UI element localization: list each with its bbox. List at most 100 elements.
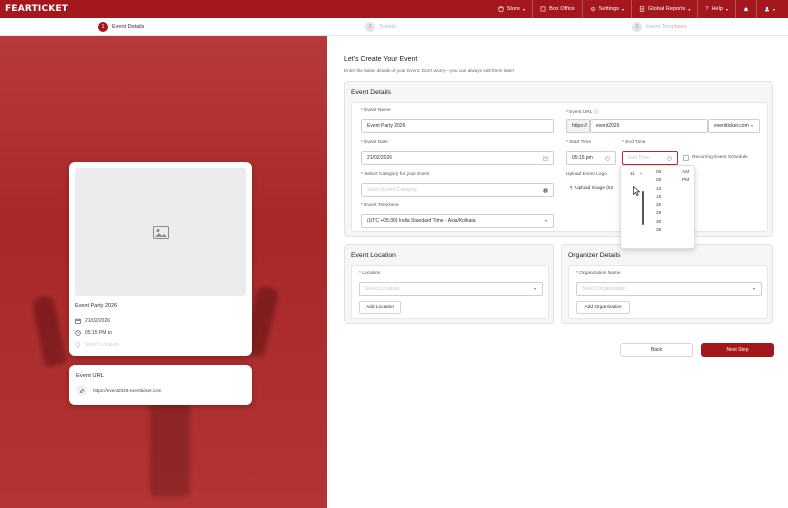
step-label: Event Templates (646, 24, 687, 30)
add-location-button[interactable]: Add Location (359, 301, 401, 314)
timezone-select[interactable]: (UTC +05:30) India Standard Time - Asia/… (361, 214, 554, 228)
event-name-label-text: Event Name (364, 108, 391, 113)
store-icon (497, 6, 504, 12)
preview-event-name: Event Party 2026 (75, 303, 118, 309)
pm-option[interactable]: PM (682, 177, 689, 185)
nav-box-office-label: Box Office (549, 6, 575, 12)
step-event-templates[interactable]: 3 Event Templates (632, 22, 687, 32)
url-card-url[interactable]: https://event2026.eventticket.com (93, 388, 161, 393)
minute-option[interactable]: 05 (656, 177, 661, 185)
chevron-down-icon: ▾ (523, 6, 526, 12)
event-date-input[interactable]: 21/02/2026 (361, 151, 554, 165)
clock-icon (605, 156, 610, 161)
end-time-label: * End Time (622, 140, 646, 145)
upload-icon: ⤒ (570, 186, 573, 192)
minute-option[interactable]: 10 (656, 186, 661, 194)
nav-global-reports-label: Global Reports (648, 6, 686, 12)
chevron-down-icon: ▾ (621, 6, 624, 12)
nav-box-office[interactable]: Box Office (532, 0, 582, 18)
event-date-value: 21/02/2026 (367, 155, 393, 161)
location-label-text: Location (362, 271, 381, 276)
link-icon (79, 388, 84, 393)
time-picker-hour[interactable]: 11 (630, 172, 635, 177)
step-number: 3 (632, 22, 642, 32)
recurring-checkbox[interactable] (683, 155, 689, 161)
category-label-text: Select Category for your Event (364, 172, 430, 177)
next-step-button[interactable]: Next Step (701, 343, 774, 357)
nav-store[interactable]: Store ▾ (491, 0, 532, 18)
event-details-title: Event Details (351, 89, 392, 96)
event-preview-card: Event Party 2026 21/02/2026 05:15 PM to … (69, 162, 252, 356)
preview-date-text: 21/02/2026 (85, 318, 111, 324)
url-card-title: Event URL (76, 373, 105, 379)
minute-option[interactable]: 30 (656, 219, 661, 227)
start-time-label: * Start Time (566, 140, 592, 145)
url-domain-value: eventticket.com (714, 123, 749, 129)
add-organization-button[interactable]: Add Organization (576, 301, 630, 314)
minute-option[interactable]: 35 (656, 227, 661, 235)
nav-help-label: Help (711, 6, 723, 12)
recurring-label[interactable]: Recurring Event Schedule (692, 155, 748, 160)
minute-option[interactable]: 00 (656, 169, 661, 177)
info-icon: ⓘ (593, 110, 599, 115)
upload-image-button[interactable]: ⤒ Upload Image (52 (566, 182, 626, 195)
info-icon (543, 188, 548, 193)
app-logo[interactable]: FEARTICKET (5, 4, 68, 14)
top-navbar: FEARTICKET Store ▾ Box Office Settings ▾… (0, 0, 788, 18)
nav-notifications[interactable] (734, 0, 756, 18)
clock-icon (75, 330, 81, 336)
nav-store-label: Store (506, 6, 521, 12)
nav-help[interactable]: ? Help ▾ (697, 0, 735, 18)
upload-image-label: Upload Image (52 (575, 186, 614, 191)
nav-user[interactable]: ▾ (755, 0, 782, 18)
location-label: * Location (359, 271, 381, 276)
timezone-value: (UTC +05:30) India Standard Time - Asia/… (367, 218, 476, 224)
user-icon (764, 6, 770, 12)
category-select[interactable]: Select Event Category (361, 183, 554, 197)
event-details-panel: Event Details * Event Name Event Party 2… (344, 81, 773, 237)
background-hand-left (30, 294, 68, 368)
nav-global-reports[interactable]: Global Reports ▾ (631, 0, 697, 18)
minute-option[interactable]: 25 (656, 210, 661, 218)
start-time-label-text: Start Time (569, 140, 592, 145)
clock-icon (667, 156, 672, 161)
back-button[interactable]: Back (620, 343, 693, 357)
nav-settings-label: Settings (598, 6, 619, 12)
url-slug-input[interactable]: event2026 (590, 119, 708, 133)
event-location-title: Event Location (351, 252, 396, 259)
url-card-row: https://event2026.eventticket.com (76, 385, 161, 396)
am-option[interactable]: AM (682, 169, 689, 177)
chevron-up-icon: ˄ (640, 171, 643, 176)
gear-icon (590, 6, 595, 12)
location-select[interactable]: Select Location ▾ (359, 282, 543, 296)
chevron-down-icon: ▾ (688, 6, 691, 12)
time-picker-scrollbar[interactable] (642, 191, 644, 225)
event-url-card: Event URL https://event2026.eventticket.… (69, 365, 252, 405)
time-picker-minutes: 00 05 10 15 20 25 30 35 (656, 169, 661, 235)
minute-option[interactable]: 20 (656, 202, 661, 210)
event-url-label-text: Event URL (569, 110, 593, 115)
chevron-down-icon: ▾ (772, 6, 775, 12)
minute-option[interactable]: 15 (656, 194, 661, 202)
step-event-details[interactable]: 1 Event Details (98, 22, 144, 32)
url-prefix: https:// (566, 119, 590, 133)
start-time-input[interactable]: 05:15 pm (566, 151, 616, 165)
chevron-down-icon: ▾ (725, 6, 728, 12)
organization-select[interactable]: Select Organization ▾ (576, 282, 762, 296)
preview-location-text: Select Location (85, 342, 120, 348)
help-icon: ? (705, 6, 709, 12)
nav-settings[interactable]: Settings ▾ (581, 0, 631, 18)
preview-panel: Event Party 2026 21/02/2026 05:15 PM to … (0, 36, 327, 508)
event-name-input[interactable]: Event Party 2026 (361, 119, 554, 133)
form-subheading: Enter the basic details of your Event. D… (344, 68, 515, 73)
location-pin-icon (75, 342, 81, 348)
url-domain-select[interactable]: eventticket.com ▾ (708, 119, 760, 133)
step-tickets[interactable]: 2 Tickets (365, 22, 396, 32)
end-time-input[interactable]: End Time (622, 151, 678, 165)
preview-time: 05:15 PM to (75, 330, 112, 336)
timezone-label-text: Event Timezone (364, 203, 399, 208)
link-chip[interactable] (76, 385, 87, 396)
form-heading: Let's Create Your Event (344, 56, 418, 63)
organizer-body: * Organization Name Select Organization … (568, 265, 768, 319)
report-icon (639, 6, 645, 12)
